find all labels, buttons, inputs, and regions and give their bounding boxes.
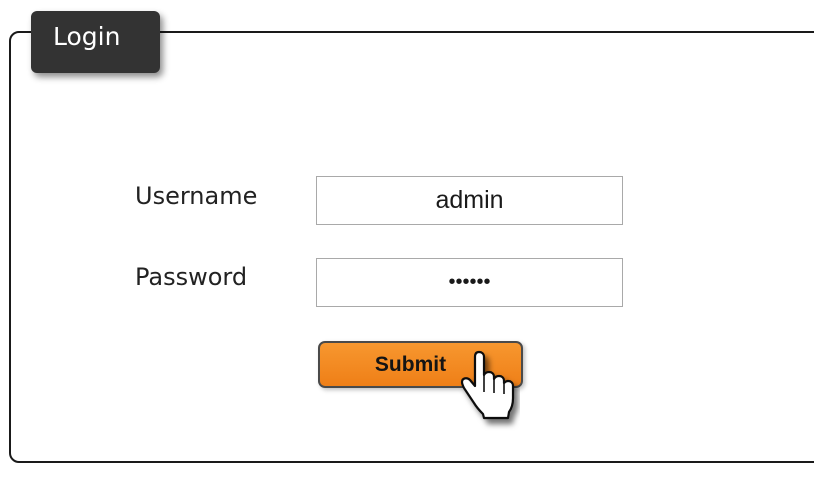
login-title: Login [53, 22, 121, 51]
username-label: Username [135, 182, 258, 210]
username-input[interactable] [316, 176, 623, 225]
login-panel [9, 31, 814, 463]
hand-pointer-icon [460, 350, 515, 420]
password-label: Password [135, 263, 248, 291]
password-input[interactable] [316, 258, 623, 307]
